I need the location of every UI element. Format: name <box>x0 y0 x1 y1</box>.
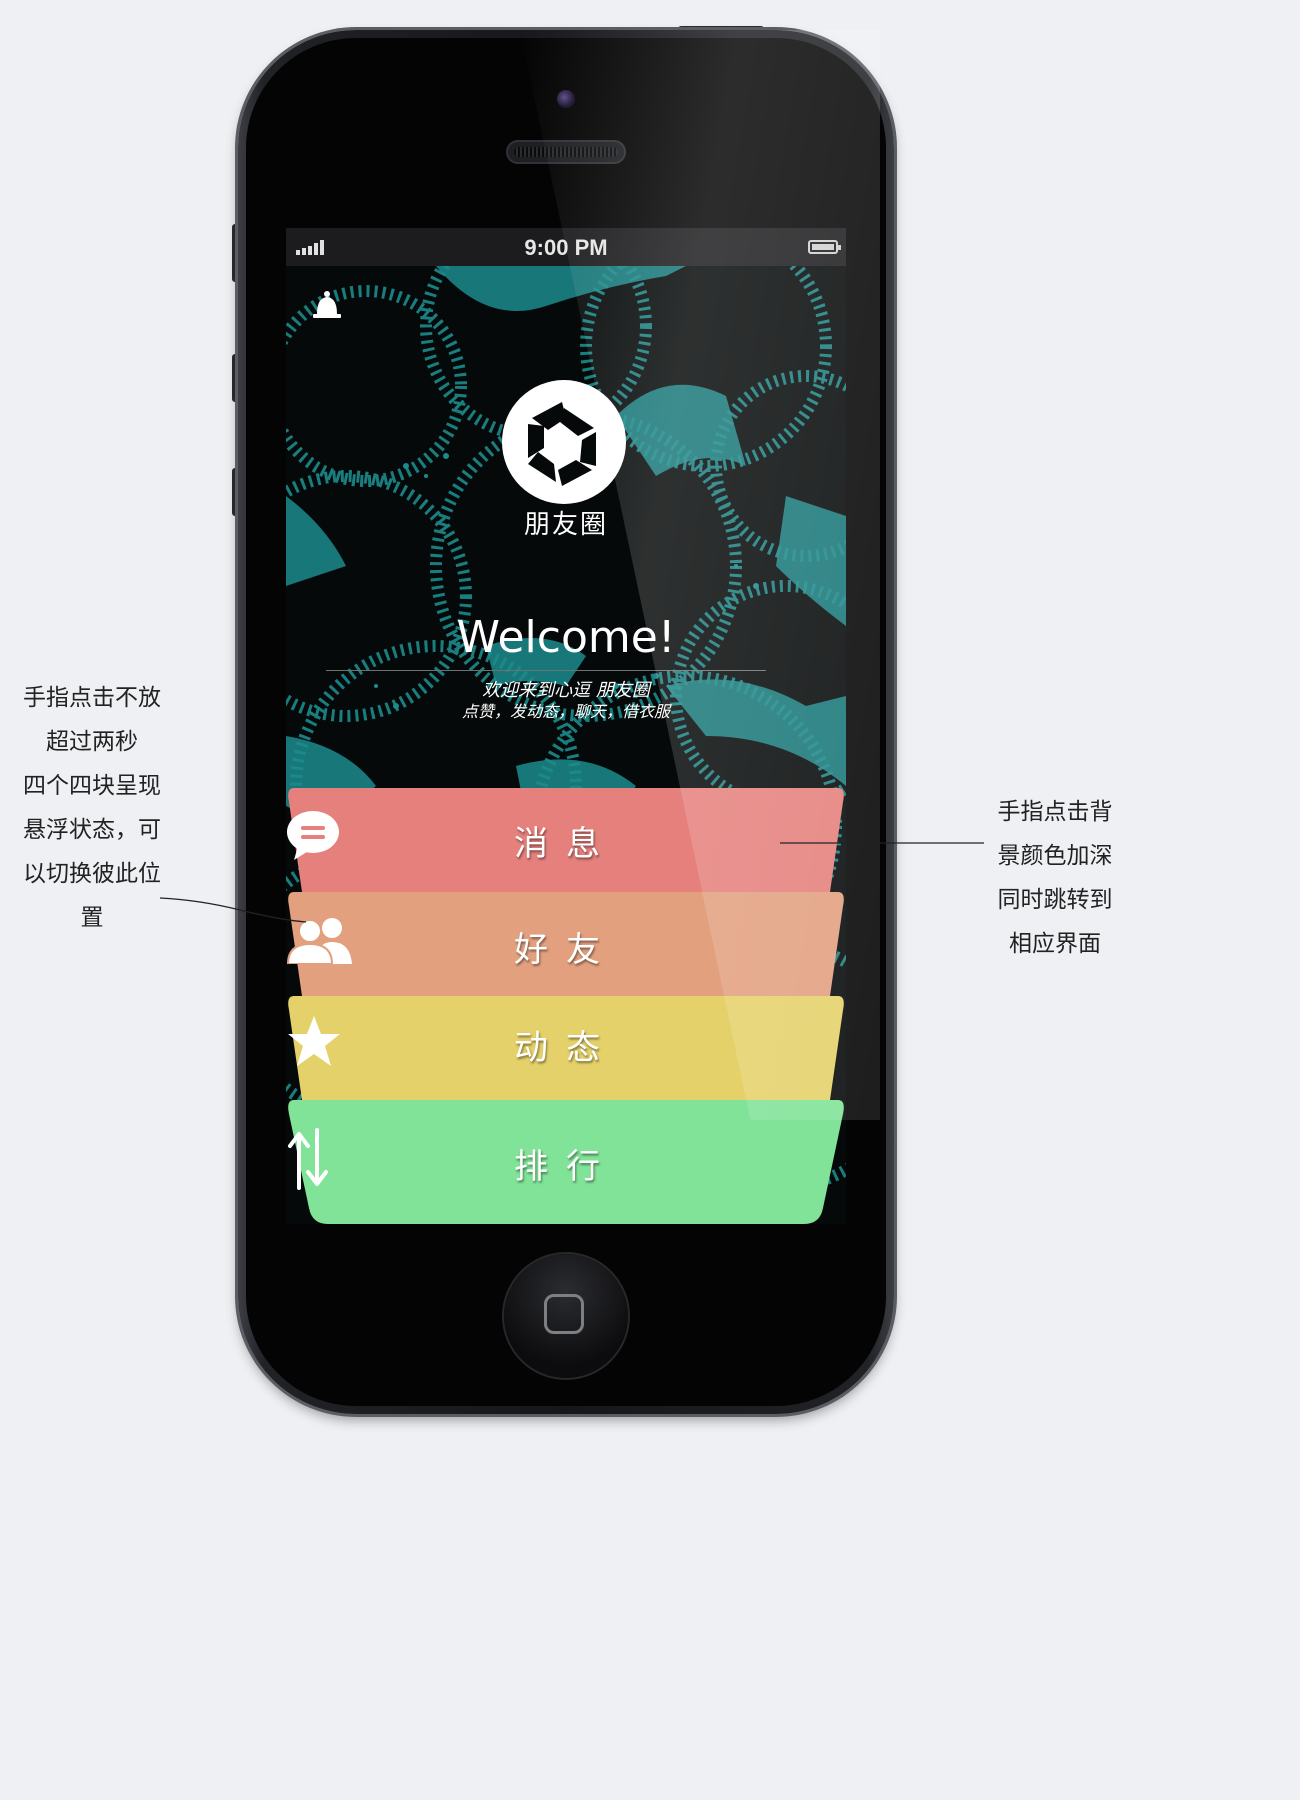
status-time: 9:00 PM <box>524 235 608 260</box>
menu-tile-ranking[interactable]: 排行 <box>286 1100 846 1224</box>
star-icon <box>288 1016 340 1066</box>
annotation-line: 置 <box>80 905 104 931</box>
annotation-line: 以切换彼此位 <box>23 861 161 887</box>
welcome-title: Welcome! <box>456 612 676 663</box>
chat-bubble-icon <box>287 811 339 860</box>
status-bar: 9:00 PM <box>286 228 846 266</box>
menu-tile-friends[interactable]: 好友 <box>286 892 846 996</box>
app-screen: 9:00 PM 朋友圈 Welcome! 欢迎来到心逗 朋友圈 点赞，发动态，聊… <box>286 228 846 1224</box>
menu-label-ranking: 排行 <box>514 1146 618 1187</box>
bell-icon[interactable] <box>312 290 342 322</box>
annotation-line: 手指点击不放 <box>23 685 161 711</box>
camera-aperture-icon <box>502 380 626 504</box>
annotation-line: 四个四块呈现 <box>23 773 161 799</box>
brand-name: 朋友圈 <box>523 510 608 540</box>
annotation-line: 相应界面 <box>1009 931 1101 957</box>
annotation-line: 景颜色加深 <box>997 843 1113 869</box>
battery-icon <box>808 240 841 254</box>
earpiece-speaker <box>506 140 626 164</box>
annotation-long-press: 手指点击不放 超过两秒 四个四块呈现 悬浮状态，可 以切换彼此位 置 <box>8 676 176 940</box>
annotation-line: 超过两秒 <box>46 729 138 755</box>
annotation-line: 手指点击背 <box>997 799 1113 825</box>
annotation-line: 同时跳转到 <box>997 887 1113 913</box>
menu-label-friends: 好友 <box>514 929 618 970</box>
friends-icon <box>286 918 352 964</box>
sort-arrows-icon <box>288 1128 328 1190</box>
menu-label-messages: 消息 <box>514 823 618 864</box>
home-square-icon <box>544 1294 584 1334</box>
annotation-line: 悬浮状态，可 <box>23 817 161 843</box>
menu-tile-moments[interactable]: 动态 <box>286 996 846 1100</box>
annotation-tap: 手指点击背 景颜色加深 同时跳转到 相应界面 <box>986 790 1124 966</box>
welcome-divider <box>326 670 766 671</box>
front-camera <box>557 90 575 108</box>
menu-label-moments: 动态 <box>514 1027 618 1068</box>
menu-tile-messages[interactable]: 消息 <box>286 788 846 892</box>
welcome-features: 点赞，发动态，聊天，借衣服 <box>461 702 670 721</box>
